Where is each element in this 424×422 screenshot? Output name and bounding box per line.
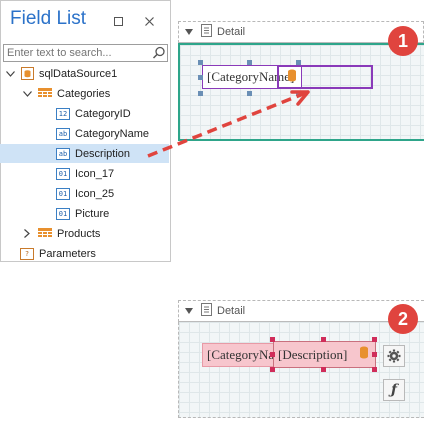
tree-item-label: Description bbox=[75, 147, 131, 160]
tree-item-label: CategoryID bbox=[75, 107, 131, 120]
tree-item-label: sqlDataSource1 bbox=[39, 67, 118, 80]
resize-handle[interactable] bbox=[372, 352, 377, 357]
resize-handle[interactable] bbox=[198, 60, 203, 65]
tree-item-picture[interactable]: 01 Picture bbox=[0, 204, 169, 223]
chevron-right-icon[interactable] bbox=[22, 229, 32, 239]
tree-item-icon17[interactable]: 01 Icon_17 bbox=[0, 164, 169, 183]
drag-arrow bbox=[147, 90, 310, 158]
function-icon: ƒ bbox=[390, 382, 398, 398]
string-field-icon: ab bbox=[56, 147, 70, 160]
collapse-triangle-icon[interactable] bbox=[185, 26, 193, 38]
tree-item-icon25[interactable]: 01 Icon_25 bbox=[0, 184, 169, 203]
resize-handle[interactable] bbox=[372, 367, 377, 372]
search-icon bbox=[152, 46, 165, 59]
expression-button[interactable]: ƒ bbox=[383, 379, 405, 401]
binary-field-icon: 01 bbox=[56, 167, 70, 180]
data-binding-icon bbox=[359, 346, 369, 364]
resize-handle[interactable] bbox=[372, 337, 377, 342]
collapse-triangle-icon[interactable] bbox=[185, 305, 193, 317]
band-title: Detail bbox=[217, 26, 246, 38]
resize-handle[interactable] bbox=[270, 337, 275, 342]
tree-item-label: Products bbox=[57, 227, 101, 240]
resize-handle[interactable] bbox=[321, 367, 326, 372]
table-icon bbox=[38, 228, 52, 240]
resize-handle[interactable] bbox=[321, 337, 326, 342]
table-icon bbox=[38, 88, 52, 100]
tree-item-label: Categories bbox=[57, 87, 111, 100]
resize-handle[interactable] bbox=[270, 367, 275, 372]
resize-handle[interactable] bbox=[247, 60, 252, 65]
number-field-icon: 12 bbox=[56, 107, 70, 120]
tree-item-products[interactable]: Products bbox=[0, 224, 169, 243]
string-field-icon: ab bbox=[56, 127, 70, 140]
step-badge-1: 1 bbox=[388, 26, 418, 56]
band-surface[interactable] bbox=[178, 322, 424, 418]
category-name-label[interactable]: [CategoryName] bbox=[202, 343, 278, 367]
close-icon bbox=[144, 16, 154, 26]
gear-icon bbox=[387, 349, 401, 363]
tree-item-label: CategoryName bbox=[75, 127, 149, 140]
resize-handle[interactable] bbox=[296, 60, 301, 65]
chevron-down-icon[interactable] bbox=[22, 89, 32, 99]
parameters-icon: ? bbox=[20, 247, 34, 260]
binary-field-icon: 01 bbox=[56, 207, 70, 220]
smart-tag-button[interactable] bbox=[383, 345, 405, 367]
tree-item-label: Icon_17 bbox=[75, 167, 115, 180]
maximize-button[interactable] bbox=[110, 13, 126, 29]
tree-item-label: Picture bbox=[75, 207, 110, 220]
field-list-title: Field List bbox=[10, 8, 87, 29]
maximize-icon bbox=[113, 16, 123, 26]
resize-handle[interactable] bbox=[270, 352, 275, 357]
band-icon bbox=[201, 24, 212, 40]
chevron-down-icon[interactable] bbox=[5, 69, 15, 79]
field-search-input[interactable] bbox=[3, 44, 168, 62]
datasource-icon bbox=[20, 67, 34, 80]
step-badge-2: 2 bbox=[388, 304, 418, 334]
tree-item-label: Parameters bbox=[39, 247, 96, 260]
tree-item-parameters[interactable]: ? Parameters bbox=[0, 244, 169, 263]
tree-item-label: Icon_25 bbox=[75, 187, 115, 200]
close-button[interactable] bbox=[141, 13, 157, 29]
band-title: Detail bbox=[217, 305, 246, 317]
binary-field-icon: 01 bbox=[56, 187, 70, 200]
band-icon bbox=[201, 303, 212, 319]
